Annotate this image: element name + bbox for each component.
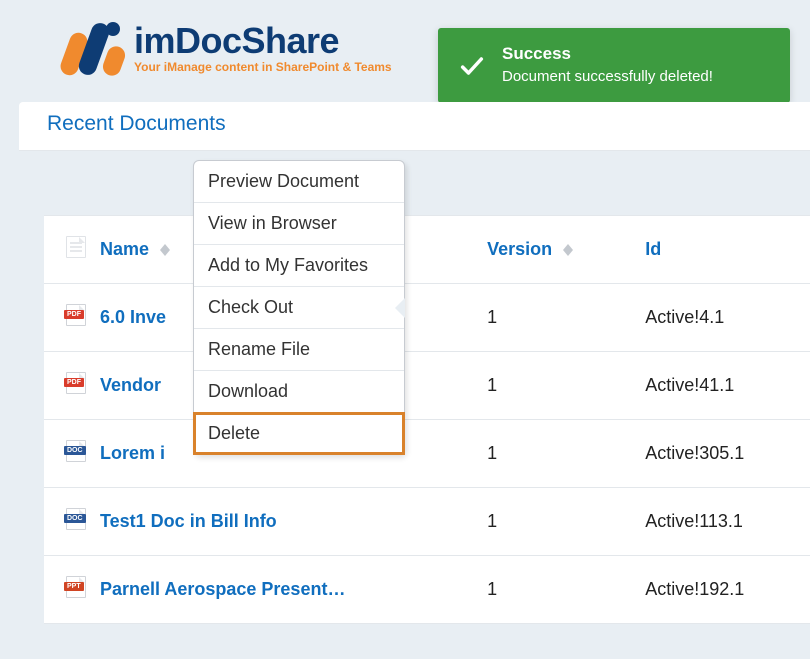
table-row[interactable]: PDF Vendor 1Active!41.1 bbox=[44, 352, 810, 420]
file-version-cell: 1 bbox=[475, 284, 633, 352]
context-menu-item[interactable]: Download bbox=[194, 371, 404, 413]
success-toast: Success Document successfully deleted! bbox=[438, 28, 790, 103]
file-version-cell: 1 bbox=[475, 420, 633, 488]
file-type-cell: DOC bbox=[44, 488, 88, 556]
file-name-link[interactable]: Test1 Doc in Bill Info bbox=[100, 511, 277, 531]
file-type-cell: PPT bbox=[44, 556, 88, 624]
table-row[interactable]: DOC Test1 Doc in Bill Info 1Active!113.1 bbox=[44, 488, 810, 556]
file-version-cell: 1 bbox=[475, 556, 633, 624]
logo-brand-text: imDocShare bbox=[134, 23, 392, 59]
file-generic-icon bbox=[66, 236, 86, 258]
checkmark-icon bbox=[458, 52, 486, 80]
app-logo: imDocShare Your iManage content in Share… bbox=[52, 18, 392, 78]
file-name-link[interactable]: Lorem i bbox=[100, 443, 165, 463]
file-type-cell: PDF bbox=[44, 284, 88, 352]
context-menu-item[interactable]: Delete bbox=[194, 413, 404, 454]
context-menu: Preview DocumentView in BrowserAdd to My… bbox=[193, 160, 405, 455]
table-row[interactable]: PDF 6.0 Inve 1Active!4.1 bbox=[44, 284, 810, 352]
file-type-cell: PDF bbox=[44, 352, 88, 420]
column-header-id-label: Id bbox=[645, 239, 661, 259]
column-header-id[interactable]: Id bbox=[633, 216, 810, 284]
file-id-cell: Active!113.1 bbox=[633, 488, 810, 556]
sort-icon[interactable] bbox=[563, 244, 573, 256]
pdf-file-icon: PDF bbox=[66, 372, 86, 394]
column-header-version[interactable]: Version bbox=[475, 216, 633, 284]
documents-table: Name Version Id PDF6.0 bbox=[44, 215, 810, 624]
file-name-link[interactable]: Parnell Aerospace Present… bbox=[100, 579, 345, 599]
doc-file-icon: DOC bbox=[66, 508, 86, 530]
file-name-link[interactable]: 6.0 Inve bbox=[100, 307, 166, 327]
sort-icon[interactable] bbox=[160, 244, 170, 256]
ppt-file-icon: PPT bbox=[66, 576, 86, 598]
column-header-name-label: Name bbox=[100, 239, 149, 259]
table-row[interactable]: DOC Lorem i 1Active!305.1 bbox=[44, 420, 810, 488]
pdf-file-icon: PDF bbox=[66, 304, 86, 326]
context-menu-item[interactable]: Preview Document bbox=[194, 161, 404, 203]
toast-message: Document successfully deleted! bbox=[502, 68, 772, 85]
section-title: Recent Documents bbox=[47, 112, 782, 136]
file-id-cell: Active!4.1 bbox=[633, 284, 810, 352]
file-name-cell: Test1 Doc in Bill Info bbox=[88, 488, 475, 556]
file-name-link[interactable]: Vendor bbox=[100, 375, 161, 395]
column-header-version-label: Version bbox=[487, 239, 552, 259]
toast-title: Success bbox=[502, 44, 772, 64]
file-name-cell: Parnell Aerospace Present… bbox=[88, 556, 475, 624]
file-id-cell: Active!41.1 bbox=[633, 352, 810, 420]
doc-file-icon: DOC bbox=[66, 440, 86, 462]
context-menu-item[interactable]: Add to My Favorites bbox=[194, 245, 404, 287]
context-menu-item[interactable]: Check Out bbox=[194, 287, 404, 329]
file-id-cell: Active!305.1 bbox=[633, 420, 810, 488]
section-header: Recent Documents bbox=[19, 102, 810, 151]
logo-mark-icon bbox=[52, 18, 124, 78]
logo-tagline: Your iManage content in SharePoint & Tea… bbox=[134, 61, 392, 73]
context-menu-item[interactable]: Rename File bbox=[194, 329, 404, 371]
file-id-cell: Active!192.1 bbox=[633, 556, 810, 624]
file-type-cell: DOC bbox=[44, 420, 88, 488]
table-row[interactable]: PPT Parnell Aerospace Present… 1Active!192… bbox=[44, 556, 810, 624]
file-version-cell: 1 bbox=[475, 488, 633, 556]
column-header-icon bbox=[44, 216, 88, 284]
context-menu-item[interactable]: View in Browser bbox=[194, 203, 404, 245]
file-version-cell: 1 bbox=[475, 352, 633, 420]
